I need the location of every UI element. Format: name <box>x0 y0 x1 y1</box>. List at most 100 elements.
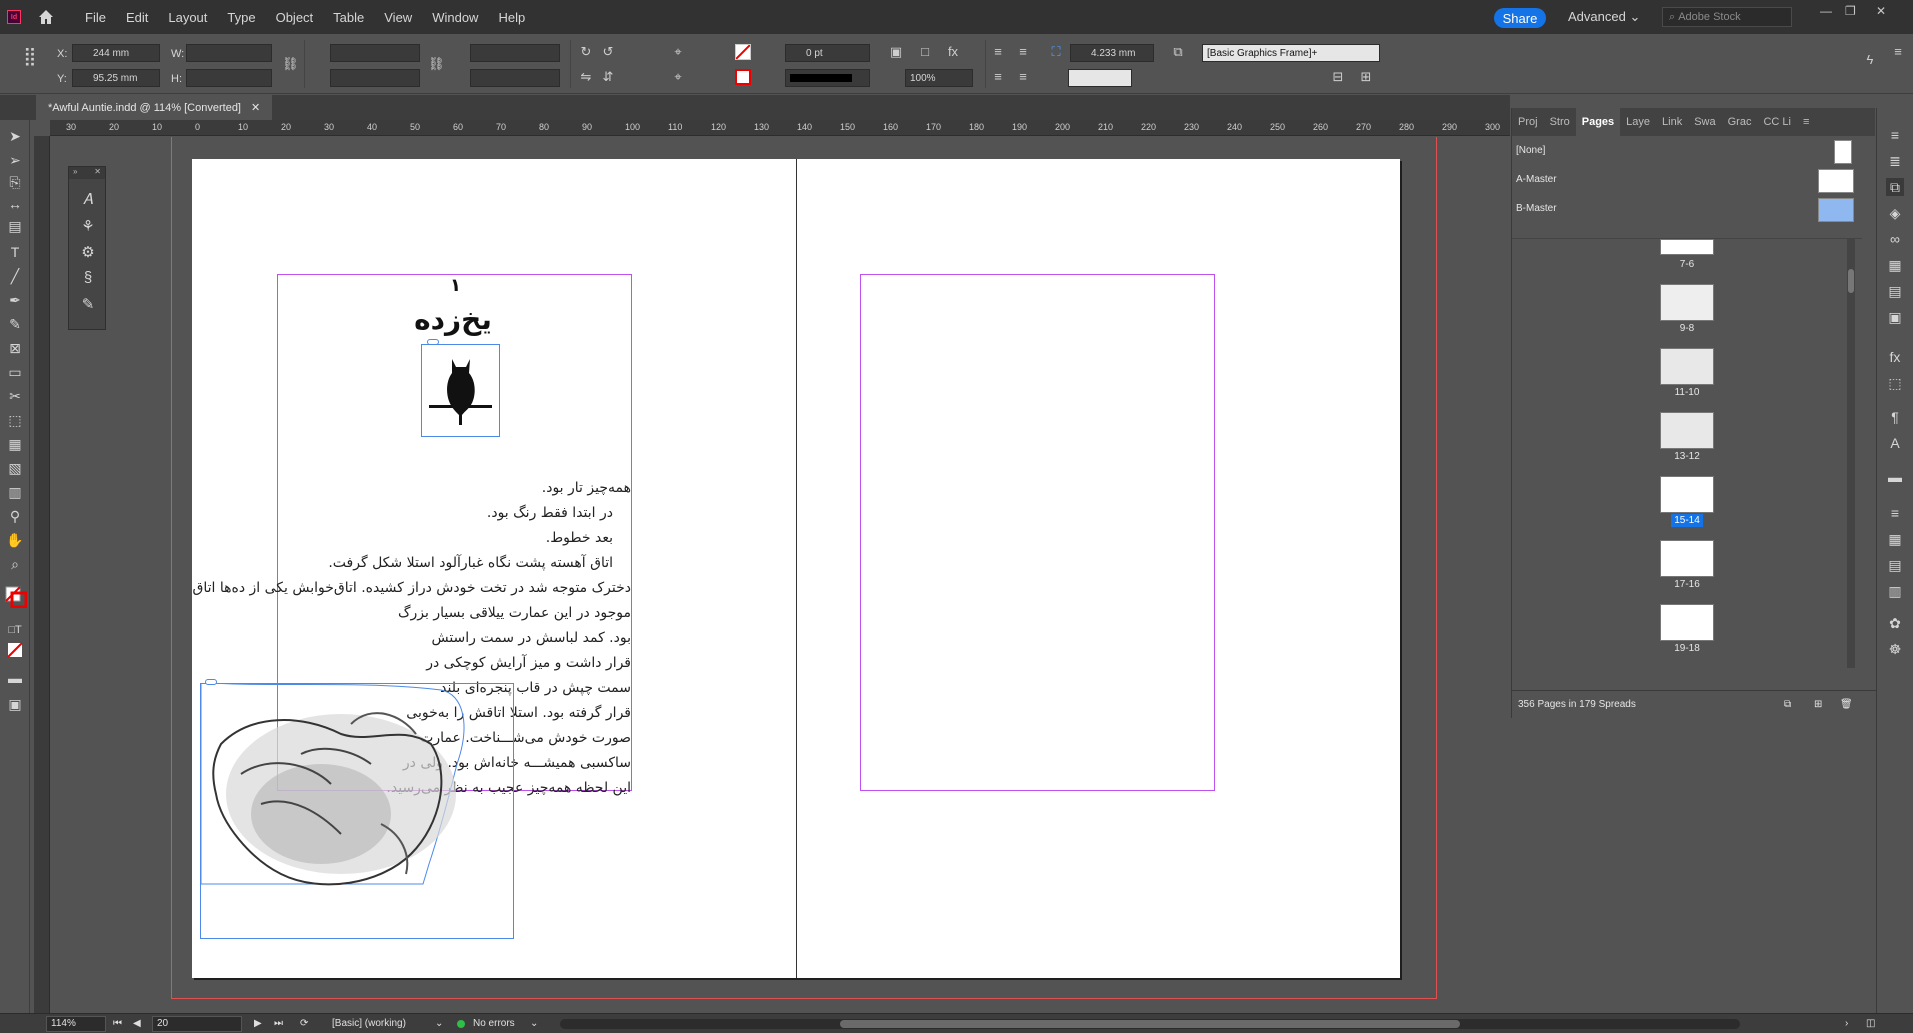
apply-none-icon[interactable] <box>5 642 25 662</box>
gradient-icon[interactable]: ▤ <box>1886 282 1904 300</box>
frame-fitting-icon[interactable]: ▣ <box>888 44 904 60</box>
menu-file[interactable]: File <box>75 10 116 25</box>
eyedropper-tool-icon[interactable]: ⚲ <box>5 506 25 526</box>
preflight-status[interactable]: No errors <box>473 1018 515 1029</box>
spread-thumb[interactable] <box>1660 348 1714 385</box>
master-a-thumb[interactable] <box>1818 169 1854 193</box>
anchor-link-icon[interactable] <box>427 339 439 345</box>
rotate-ccw-icon[interactable]: ↺ <box>600 44 616 60</box>
adobe-color-icon[interactable]: ☸ <box>1886 640 1904 658</box>
formatting-affects-icon[interactable]: □T <box>5 620 25 640</box>
anchor-link-icon[interactable] <box>205 679 217 685</box>
tab-cc-libraries[interactable]: CC Li <box>1757 116 1797 128</box>
rotate-cw-icon[interactable]: ↻ <box>578 44 594 60</box>
select-previous-icon[interactable]: ⌖ <box>670 69 686 85</box>
close-tab-icon[interactable]: ✕ <box>251 101 260 114</box>
comments-icon[interactable]: ▬ <box>1886 468 1904 486</box>
stroke-type-select[interactable] <box>785 69 870 87</box>
distribute-icon[interactable]: ≡ <box>990 69 1006 85</box>
lightning-icon[interactable]: ϟ <box>1862 52 1878 68</box>
swatches-icon[interactable]: ▦ <box>1886 256 1904 274</box>
panel-menu-icon[interactable]: ≡ <box>1890 44 1906 60</box>
cell-style-icon[interactable]: ✎ <box>79 295 97 313</box>
color-icon[interactable]: ⬚ <box>1886 374 1904 392</box>
gap-tool-icon[interactable]: ↔ <box>5 194 25 214</box>
link-scale-icon[interactable]: ⛓ <box>428 56 445 72</box>
spread-thumb[interactable] <box>1660 239 1714 255</box>
y-field[interactable]: 95.25 mm <box>72 69 160 87</box>
edit-page-size-icon[interactable]: ⧉ <box>1784 699 1791 710</box>
object-style-icon[interactable]: ⚙ <box>79 243 97 261</box>
page-number-field[interactable]: 20 <box>152 1016 242 1032</box>
spread-label-selected[interactable]: 15-14 <box>1652 514 1722 527</box>
menu-edit[interactable]: Edit <box>116 10 158 25</box>
x-field[interactable]: 244 mm <box>72 44 160 62</box>
scrollbar[interactable] <box>1847 239 1855 668</box>
direct-selection-tool-icon[interactable]: ➢ <box>5 150 25 170</box>
owl-graphic-frame[interactable] <box>421 344 500 437</box>
character-icon[interactable]: A <box>1886 434 1904 452</box>
links-icon[interactable]: ∞ <box>1886 230 1904 248</box>
align-icon[interactable]: ≡ <box>1886 504 1904 522</box>
properties-icon[interactable]: ≡ <box>1886 126 1904 144</box>
last-page-icon[interactable]: ⏭ <box>274 1018 283 1029</box>
chevron-down-icon[interactable]: ⌄ <box>530 1018 538 1029</box>
constrain-proportions-icon[interactable]: ⛓ <box>282 56 299 72</box>
object-style-icon[interactable]: ⧉ <box>1170 44 1186 60</box>
flip-horizontal-icon[interactable]: ⇋ <box>578 69 594 85</box>
spread-label[interactable]: 11-10 <box>1652 387 1722 398</box>
width-field[interactable] <box>186 44 272 62</box>
table-icon[interactable]: ▦ <box>1886 530 1904 548</box>
frame-options-icon[interactable]: ⊞ <box>1358 69 1374 85</box>
frame-outline-icon[interactable]: □ <box>917 44 933 60</box>
zoom-field[interactable]: 114% <box>46 1016 106 1032</box>
rectangle-frame-tool-icon[interactable]: ⊠ <box>5 338 25 358</box>
scale-y-field[interactable] <box>330 69 420 87</box>
auto-fit-icon[interactable]: ⛶ <box>1048 44 1064 60</box>
spread-thumb[interactable] <box>1660 540 1714 577</box>
gutter-field[interactable]: 4.233 mm <box>1070 44 1154 62</box>
gradient-feather-tool-icon[interactable]: ▧ <box>5 458 25 478</box>
menu-type[interactable]: Type <box>217 10 265 25</box>
tab-links[interactable]: Link <box>1656 116 1688 128</box>
pencil-tool-icon[interactable]: ✎ <box>5 314 25 334</box>
flip-vertical-icon[interactable]: ⇵ <box>600 69 616 85</box>
character-style-icon[interactable]: 𝐴 <box>79 191 97 209</box>
line-tool-icon[interactable]: ╱ <box>5 266 25 286</box>
spread-thumb[interactable] <box>1660 604 1714 641</box>
color-swatch-field[interactable] <box>1068 69 1132 87</box>
delete-page-icon[interactable]: 🗑 <box>1840 699 1853 710</box>
preview-mode-icon[interactable]: ▣ <box>5 694 25 714</box>
chevron-down-icon[interactable]: ⌄ <box>435 1018 443 1029</box>
reference-point-icon[interactable]: ⣿ <box>22 47 38 65</box>
stroke-weight-field[interactable]: 0 pt <box>785 44 870 62</box>
spread-label[interactable]: 17-16 <box>1652 579 1722 590</box>
stroke-swatch[interactable] <box>735 69 751 85</box>
scrollbar-thumb[interactable] <box>840 1020 1460 1028</box>
pages-icon[interactable]: ⧉ <box>1886 178 1904 196</box>
scissors-tool-icon[interactable]: ✂ <box>5 386 25 406</box>
opacity-field[interactable]: 100% <box>905 69 973 87</box>
menu-object[interactable]: Object <box>266 10 324 25</box>
tab-properties[interactable]: Proj <box>1512 116 1544 128</box>
restore-icon[interactable]: ❐ <box>1845 4 1856 18</box>
minimize-icon[interactable]: — <box>1820 4 1832 18</box>
spread-thumb[interactable] <box>1660 284 1714 321</box>
layers-icon[interactable]: ◈ <box>1886 204 1904 222</box>
scale-x-field[interactable] <box>330 44 420 62</box>
chevron-right-icon[interactable]: › <box>1845 1018 1848 1029</box>
fill-none-swatch[interactable] <box>735 44 751 60</box>
align-left-icon[interactable]: ≡ <box>990 44 1006 60</box>
content-collector-icon[interactable]: ▤ <box>5 216 25 236</box>
stroke-icon[interactable]: ≣ <box>1886 152 1904 170</box>
spread-label[interactable]: 13-12 <box>1652 451 1722 462</box>
master-none-thumb[interactable] <box>1834 140 1852 164</box>
collapse-icon[interactable]: » <box>73 167 77 179</box>
master-b-thumb[interactable] <box>1818 198 1854 222</box>
previous-page-icon[interactable]: ◀ <box>133 1018 141 1029</box>
distribute-v-icon[interactable]: ≡ <box>1015 69 1031 85</box>
split-view-icon[interactable]: ◫ <box>1866 1018 1875 1029</box>
illustration-frame[interactable] <box>200 681 514 939</box>
spread-thumb[interactable] <box>1660 412 1714 449</box>
cc-libraries-icon[interactable]: ▣ <box>1886 308 1904 326</box>
